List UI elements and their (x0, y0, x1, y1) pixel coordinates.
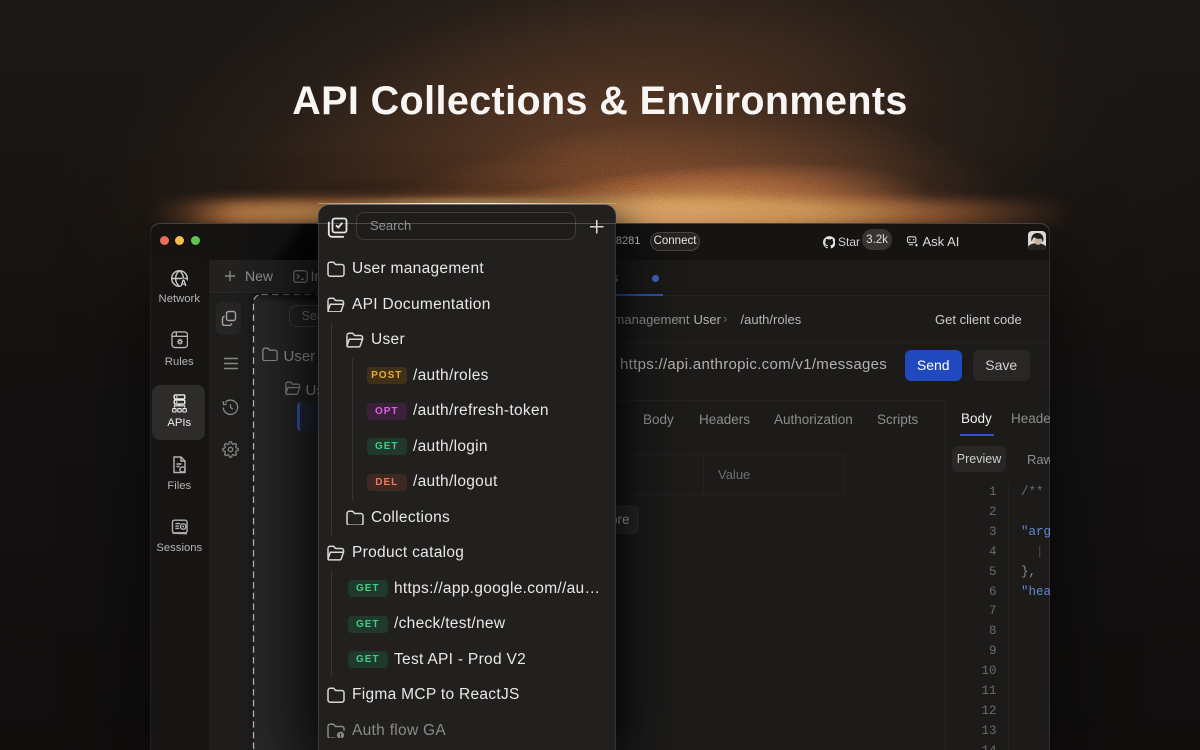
svg-text:A: A (180, 278, 187, 288)
